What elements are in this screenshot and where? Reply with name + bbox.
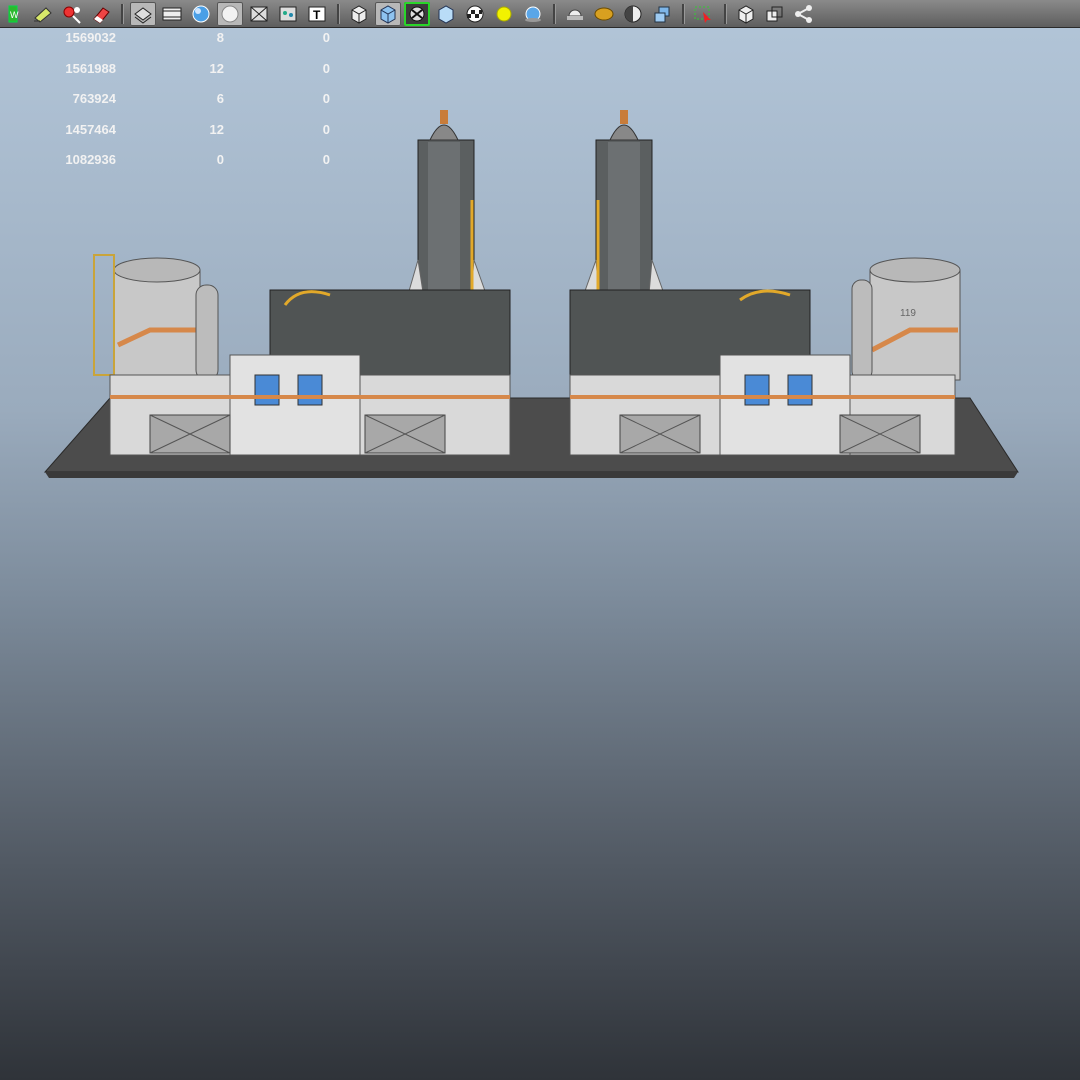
gold-sphere-icon[interactable] [591, 2, 617, 26]
box-wire-icon[interactable] [733, 2, 759, 26]
sphere-icon[interactable] [520, 2, 546, 26]
shadows-icon[interactable] [275, 2, 301, 26]
hud-value: 1561988 [65, 60, 116, 76]
cube-blue-icon[interactable] [375, 1, 401, 26]
xray-icon[interactable] [246, 2, 272, 26]
toolbar-separator [121, 3, 124, 24]
toolbar-separator [553, 3, 556, 24]
edit-layer-icon[interactable] [30, 2, 56, 26]
hud-value: 1569032 [65, 30, 116, 45]
tank-left [93, 254, 219, 381]
share-icon[interactable] [791, 2, 817, 26]
toolbar-separator [682, 3, 685, 24]
cube-wire-icon[interactable] [346, 2, 372, 26]
hud-value: 0 [322, 60, 330, 76]
svg-text:T: T [313, 8, 321, 22]
svg-text:W: W [10, 10, 19, 20]
hud-value: 0 [322, 30, 330, 45]
flat-shade-icon[interactable] [217, 1, 243, 26]
cube-light-icon[interactable] [433, 2, 459, 26]
text-icon[interactable]: T [304, 2, 330, 26]
viewport-3d-model[interactable]: 119 [0, 80, 1080, 500]
toolbar-separator [337, 3, 340, 24]
film-gate-icon[interactable] [159, 2, 185, 26]
toolbar-separator [724, 3, 727, 24]
half-sphere-icon[interactable] [620, 2, 646, 26]
smooth-shade-icon[interactable] [188, 2, 214, 26]
hud-value: 12 [209, 60, 224, 76]
paint-select-icon[interactable] [59, 2, 85, 26]
bulb-icon[interactable] [562, 2, 588, 26]
viewport-toolbar: W T [0, 0, 1080, 28]
tank-right: 119 [851, 257, 961, 381]
tank-marking: 119 [900, 308, 916, 319]
select-cursor-icon[interactable] [691, 2, 717, 26]
grid-selected-icon[interactable] [404, 1, 430, 26]
hud-value: 8 [216, 30, 224, 45]
render-icon[interactable]: W [1, 2, 27, 26]
eraser-icon[interactable] [88, 2, 114, 26]
checker-icon[interactable] [462, 2, 488, 26]
wireframe-icon[interactable] [130, 1, 156, 26]
hud-row: 1569032 8 0 [18, 30, 330, 61]
two-boxes-icon[interactable] [762, 2, 788, 26]
default-light-icon[interactable] [491, 2, 517, 26]
cubes-icon[interactable] [649, 2, 675, 26]
